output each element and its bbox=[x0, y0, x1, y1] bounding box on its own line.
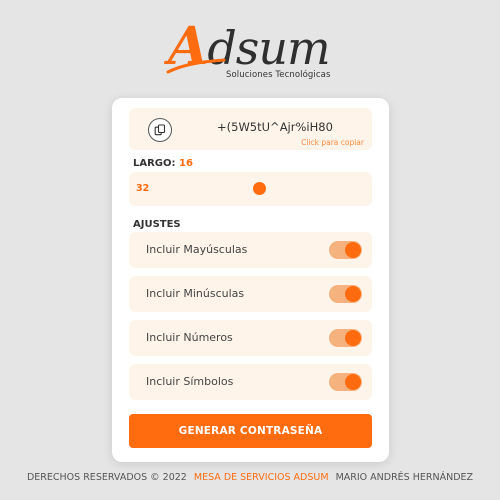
setting-uppercase: Incluir Mayúsculas bbox=[129, 232, 372, 268]
setting-label: Incluir Mayúsculas bbox=[146, 243, 248, 256]
slider-max-value: 32 bbox=[136, 183, 150, 194]
uppercase-toggle[interactable] bbox=[329, 241, 362, 259]
setting-label: Incluir Minúsculas bbox=[146, 287, 245, 300]
logo-swoosh-icon bbox=[166, 58, 226, 74]
slider-thumb[interactable] bbox=[252, 182, 266, 195]
lowercase-toggle[interactable] bbox=[329, 285, 362, 303]
copy-button[interactable] bbox=[148, 118, 172, 142]
numbers-toggle[interactable] bbox=[329, 329, 362, 347]
setting-label: Incluir Números bbox=[146, 331, 233, 344]
password-display[interactable]: +(5W5tU^Ajr%iH80 Click para copiar bbox=[129, 108, 372, 150]
toggle-knob bbox=[345, 374, 361, 390]
footer-author: MARIO ANDRÉS HERNÁNDEZ bbox=[335, 472, 474, 483]
setting-lowercase: Incluir Minúsculas bbox=[129, 276, 372, 312]
footer: DERECHOS RESERVADOS © 2022 MESA DE SERVI… bbox=[0, 472, 500, 483]
copy-icon bbox=[154, 124, 166, 136]
toggle-knob bbox=[345, 242, 361, 258]
footer-service-desk-link[interactable]: MESA DE SERVICIOS ADSUM bbox=[194, 472, 329, 483]
toggle-knob bbox=[345, 286, 361, 302]
length-label-text: LARGO: bbox=[133, 158, 176, 169]
settings-title: AJUSTES bbox=[133, 219, 181, 230]
length-value: 16 bbox=[179, 158, 193, 169]
password-text: +(5W5tU^Ajr%iH80 bbox=[217, 120, 333, 134]
length-label: LARGO: 16 bbox=[133, 158, 193, 169]
toggle-knob bbox=[345, 330, 361, 346]
setting-numbers: Incluir Números bbox=[129, 320, 372, 356]
footer-rights: DERECHOS RESERVADOS © 2022 bbox=[26, 472, 187, 483]
symbols-toggle[interactable] bbox=[329, 373, 362, 391]
generate-password-button[interactable]: GENERAR CONTRASEÑA bbox=[129, 414, 372, 448]
password-generator-card: +(5W5tU^Ajr%iH80 Click para copiar LARGO… bbox=[112, 98, 389, 462]
setting-label: Incluir Símbolos bbox=[146, 375, 234, 388]
logo-subtitle: Soluciones Tecnológicas bbox=[226, 70, 331, 80]
copy-hint: Click para copiar bbox=[301, 138, 364, 147]
length-slider[interactable]: 32 bbox=[129, 172, 372, 206]
setting-symbols: Incluir Símbolos bbox=[129, 364, 372, 400]
page: Adsum Soluciones Tecnológicas +(5W5tU^Aj… bbox=[0, 0, 500, 500]
adsum-logo: Adsum Soluciones Tecnológicas bbox=[0, 18, 500, 90]
